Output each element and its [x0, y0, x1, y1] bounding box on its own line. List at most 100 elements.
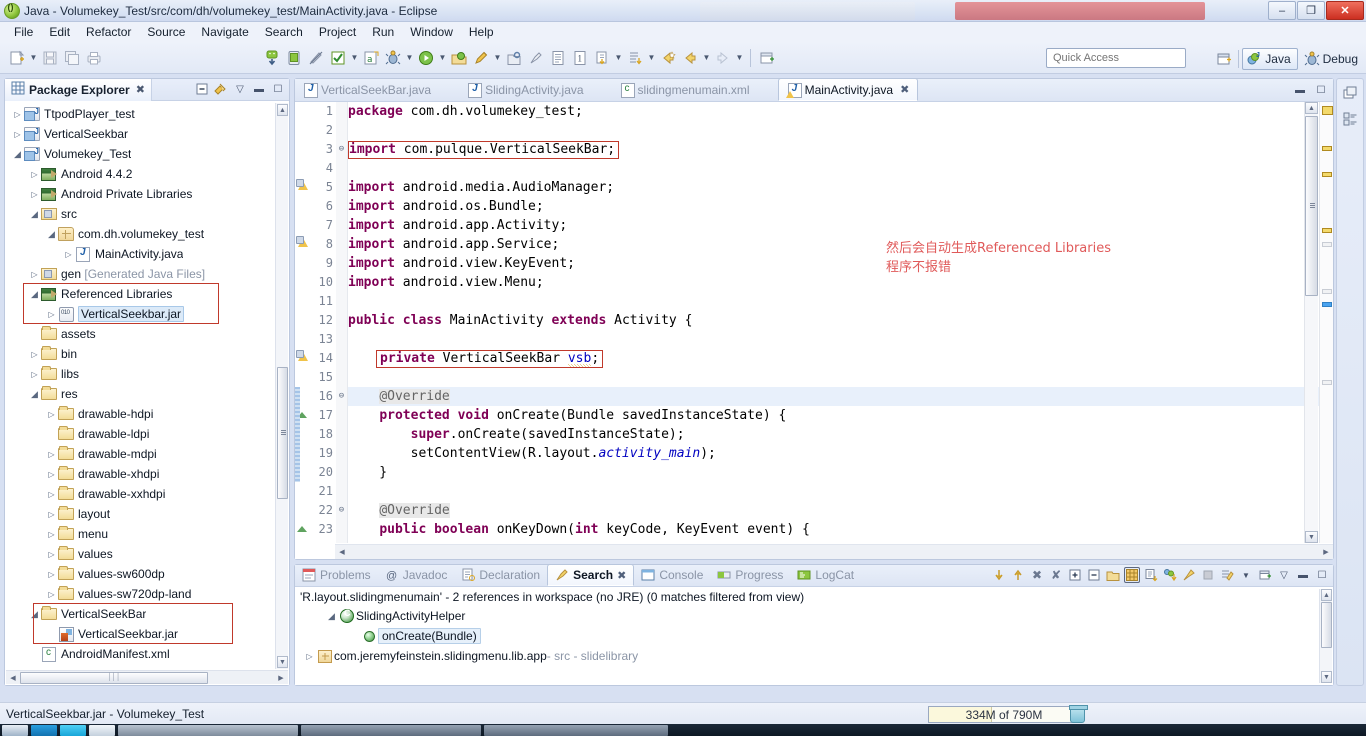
- close-icon[interactable]: ✖: [900, 83, 909, 96]
- tree-item-drawable-hdpi[interactable]: drawable-hdpi: [5, 404, 289, 424]
- editor-folding-column[interactable]: ⊖ ⊖ ⊖: [336, 102, 348, 543]
- editor-tab-slidingactivity-java[interactable]: SlidingActivity.java: [459, 78, 591, 101]
- close-icon[interactable]: ✖: [617, 569, 626, 582]
- menu-edit[interactable]: Edit: [41, 23, 78, 41]
- code-line[interactable]: @Override: [348, 501, 1333, 520]
- editor-horizontal-scrollbar[interactable]: ◀ ▶: [335, 544, 1333, 559]
- overview-marker-warning[interactable]: [1322, 228, 1332, 233]
- next-annotation-icon[interactable]: [624, 47, 646, 69]
- code-line[interactable]: import android.os.Bundle;: [348, 197, 1333, 216]
- expand-arrow-closed-icon[interactable]: [45, 470, 58, 479]
- search-scroll-down-arrow[interactable]: ▼: [1321, 671, 1332, 683]
- expand-arrow-closed-icon[interactable]: [45, 410, 58, 419]
- forward-dropdown-arrow[interactable]: ▼: [734, 47, 745, 69]
- view-menu-icon[interactable]: ▽: [1276, 567, 1292, 583]
- close-icon[interactable]: ✖: [136, 83, 145, 96]
- bottom-tab-search[interactable]: Search ✖: [547, 564, 635, 586]
- editor-body[interactable]: 1 2 3 4 5 6 7 8 9 10 11 12 13 14 15 16 17 18 19 20 21 22 23 ⊖ ⊖…: [295, 102, 1333, 559]
- new-search-icon[interactable]: [1257, 567, 1273, 583]
- new-java-package-icon[interactable]: [503, 47, 525, 69]
- tree-item-src[interactable]: src: [5, 204, 289, 224]
- tree-item-drawable-mdpi[interactable]: drawable-mdpi: [5, 444, 289, 464]
- tree-item-verticalseekbar-jar[interactable]: VerticalSeekbar.jar: [5, 304, 289, 324]
- expand-arrow-closed-icon[interactable]: [28, 170, 41, 179]
- menu-run[interactable]: Run: [364, 23, 402, 41]
- tree-item-androidmanifest-xml[interactable]: AndroidManifest.xml: [5, 644, 289, 664]
- taskbar-window-1[interactable]: [118, 724, 298, 736]
- expand-arrow-closed-icon[interactable]: [45, 450, 58, 459]
- tree-item-volumekey-test[interactable]: Volumekey_Test: [5, 144, 289, 164]
- maximize-icon[interactable]: ☐: [1313, 82, 1329, 98]
- minimize-icon[interactable]: ▬: [251, 81, 267, 97]
- package-explorer-horizontal-scrollbar[interactable]: ◀ │││ ▶: [6, 670, 288, 684]
- tree-item-drawable-xxhdpi[interactable]: drawable-xxhdpi: [5, 484, 289, 504]
- expand-arrow-closed-icon[interactable]: [11, 130, 24, 139]
- code-line[interactable]: public class MainActivity extends Activi…: [348, 311, 1333, 330]
- show-as-tree-icon[interactable]: [1124, 567, 1140, 583]
- editor-hscroll-left-arrow[interactable]: ◀: [335, 546, 349, 558]
- code-line[interactable]: protected void onCreate(Bundle savedInst…: [348, 406, 1333, 425]
- overview-marker-info[interactable]: [1322, 289, 1332, 294]
- override-marker[interactable]: [295, 520, 311, 539]
- taskbar-icon-3[interactable]: [60, 724, 86, 736]
- package-explorer-body[interactable]: TtpodPlayer_test VerticalSeekbar Volumekey…: [5, 101, 289, 685]
- menu-refactor[interactable]: Refactor: [78, 23, 139, 41]
- search-scroll-up-arrow[interactable]: ▲: [1321, 589, 1332, 601]
- maximize-icon[interactable]: ☐: [1314, 567, 1330, 583]
- tree-item-values[interactable]: values: [5, 544, 289, 564]
- maximize-icon[interactable]: ☐: [270, 81, 286, 97]
- expand-arrow-closed-icon[interactable]: [45, 510, 58, 519]
- new-window-icon[interactable]: [756, 47, 778, 69]
- bottom-tab-declaration[interactable]: Declaration: [454, 564, 547, 586]
- taskbar-icon-2[interactable]: [31, 724, 57, 736]
- expand-arrow-open-icon[interactable]: [28, 289, 41, 300]
- search-vertical-scrollbar[interactable]: ▲ ▼: [1319, 589, 1332, 683]
- tree-item-values-sw720dp-land[interactable]: values-sw720dp-land: [5, 584, 289, 604]
- bottom-tab-console[interactable]: Console: [634, 564, 710, 586]
- last-edit-dropdown-arrow[interactable]: ▼: [613, 47, 624, 69]
- bottom-tab-logcat[interactable]: LogCat: [790, 564, 861, 586]
- code-line[interactable]: public boolean onKeyDown(int keyCode, Ke…: [348, 520, 1333, 539]
- fold-toggle-icon[interactable]: ⊖: [336, 501, 347, 520]
- expand-arrow-closed-icon[interactable]: [45, 590, 58, 599]
- perspective-debug[interactable]: Debug: [1301, 49, 1364, 69]
- editor-marker-column[interactable]: [295, 102, 311, 543]
- perspective-java[interactable]: J Java: [1242, 48, 1298, 70]
- menu-navigate[interactable]: Navigate: [193, 23, 256, 41]
- open-previous-search-icon[interactable]: [1105, 567, 1121, 583]
- show-as-list-icon[interactable]: [1143, 567, 1159, 583]
- bottom-tab-progress[interactable]: Progress: [710, 564, 790, 586]
- tree-item-menu[interactable]: menu: [5, 524, 289, 544]
- search-result-row[interactable]: SlidingActivityHelper: [295, 606, 1333, 626]
- expand-arrow-open-icon[interactable]: [28, 209, 41, 220]
- menu-search[interactable]: Search: [257, 23, 311, 41]
- tree-item-values-sw600dp[interactable]: values-sw600dp: [5, 564, 289, 584]
- tree-item-layout[interactable]: layout: [5, 504, 289, 524]
- expand-arrow-open-icon[interactable]: [325, 611, 338, 622]
- code-line[interactable]: [348, 121, 1333, 140]
- run-dropdown-arrow[interactable]: ▼: [437, 47, 448, 69]
- expand-arrow-closed-icon[interactable]: [45, 550, 58, 559]
- overview-marker-warning[interactable]: [1322, 146, 1332, 151]
- expand-arrow-closed-icon[interactable]: [45, 310, 58, 319]
- search-results-body[interactable]: 'R.layout.slidingmenumain' - 2 reference…: [295, 587, 1333, 685]
- tree-item-libs[interactable]: libs: [5, 364, 289, 384]
- link-with-editor-icon[interactable]: [213, 81, 229, 97]
- android-avd-manager-icon[interactable]: [283, 47, 305, 69]
- code-line[interactable]: [348, 159, 1333, 178]
- tree-item-android-4-4-2[interactable]: Android 4.4.2: [5, 164, 289, 184]
- tree-item-mainactivity-java[interactable]: MainActivity.java: [5, 244, 289, 264]
- code-line[interactable]: package com.dh.volumekey_test;: [348, 102, 1333, 121]
- menu-file[interactable]: File: [6, 23, 41, 41]
- editor-overview-ruler[interactable]: [1319, 102, 1333, 543]
- expand-all-icon[interactable]: [1067, 567, 1083, 583]
- warning-marker[interactable]: [295, 178, 311, 197]
- editor-scroll-down-arrow[interactable]: ▼: [1305, 531, 1318, 543]
- search-history-icon[interactable]: [1219, 567, 1235, 583]
- tree-item-verticalseekbar[interactable]: VerticalSeekbar: [5, 124, 289, 144]
- search-scroll-thumb[interactable]: [1321, 602, 1332, 648]
- android-sdk-manager-icon[interactable]: [261, 47, 283, 69]
- dropdown-arrow[interactable]: ▼: [1238, 567, 1254, 583]
- expand-arrow-closed-icon[interactable]: [28, 350, 41, 359]
- tree-item-drawable-xhdpi[interactable]: drawable-xhdpi: [5, 464, 289, 484]
